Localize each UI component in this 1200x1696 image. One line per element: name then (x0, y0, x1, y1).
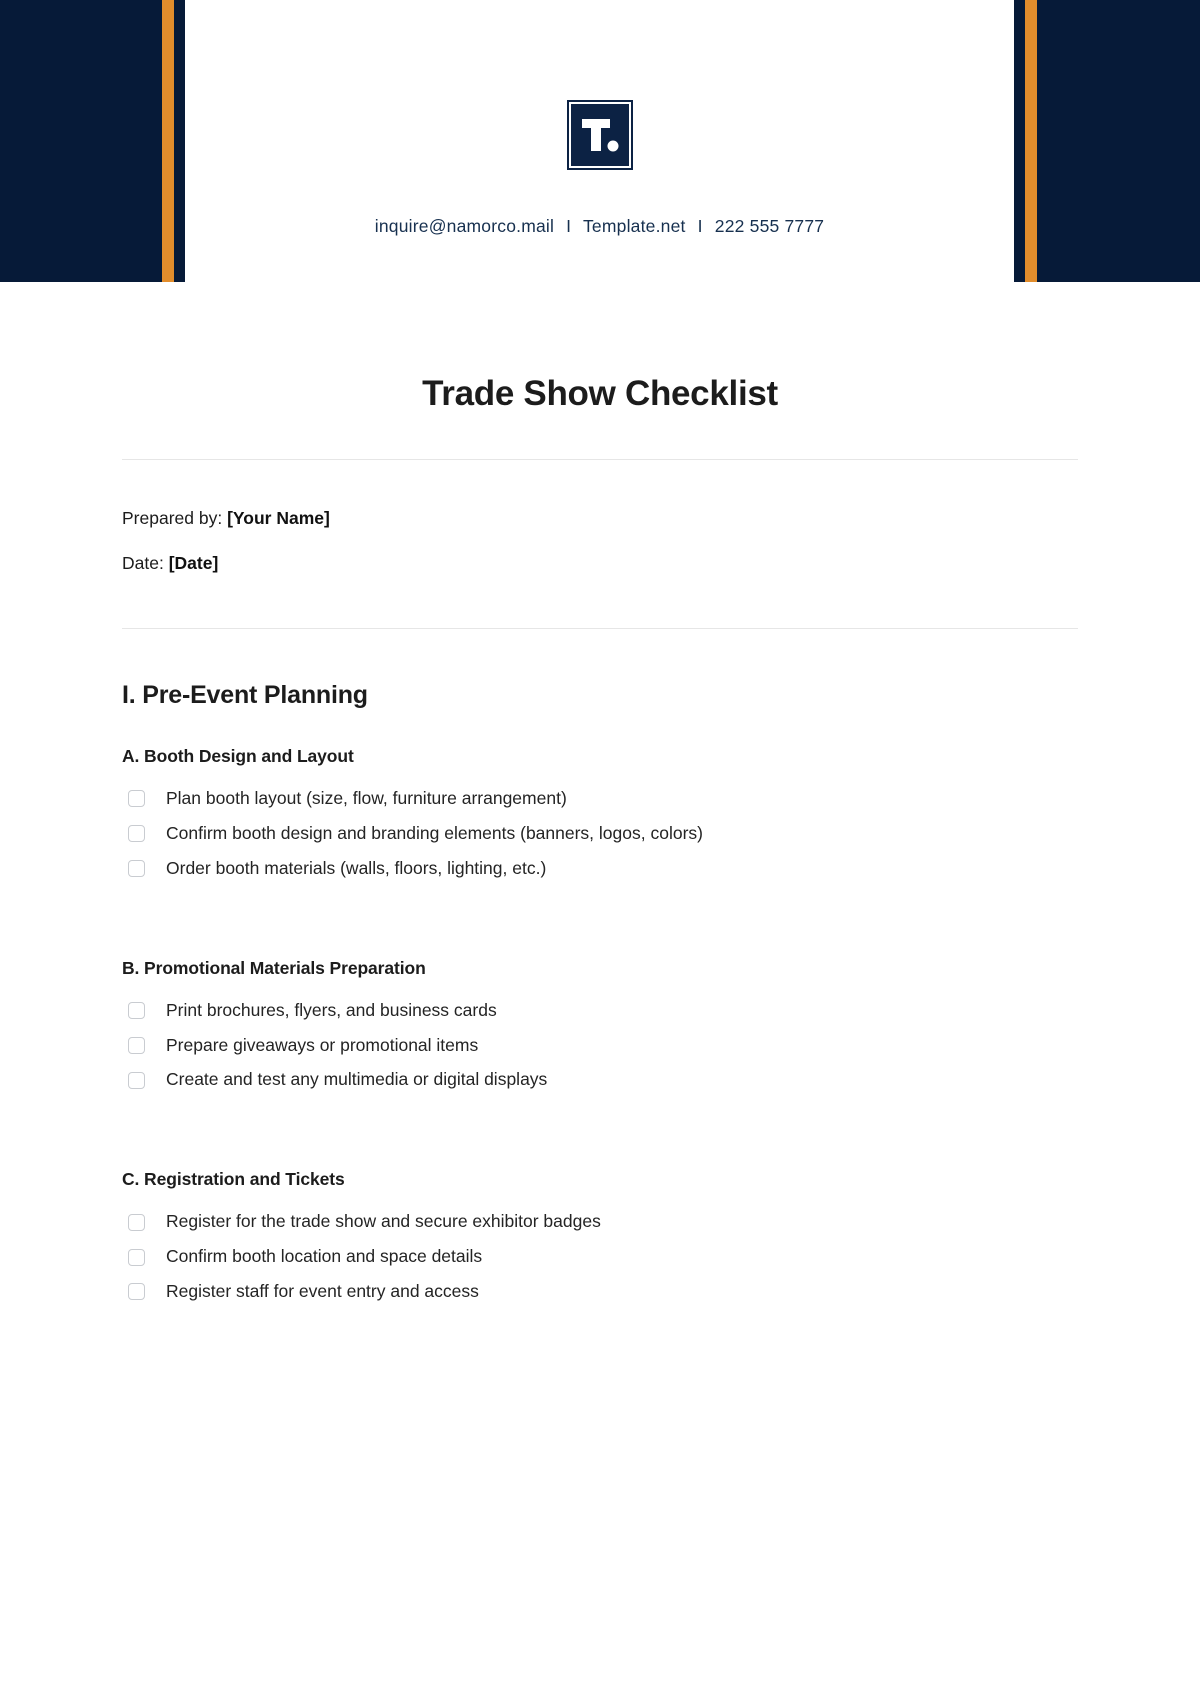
list-item-label: Register staff for event entry and acces… (166, 1281, 479, 1301)
checkbox-icon[interactable] (128, 1248, 145, 1266)
header-navy-block-left (0, 0, 162, 282)
meta-value-date[interactable]: [Date] (169, 553, 219, 573)
list-item-label: Register for the trade show and secure e… (166, 1211, 601, 1232)
meta-value-prepared-by[interactable]: [Your Name] (227, 508, 330, 528)
header-navy-sliver-right (1014, 0, 1025, 282)
document-meta: Prepared by: [Your Name] Date: [Date] (122, 460, 1078, 574)
brand-logo[interactable] (566, 100, 633, 170)
header-contact-line: inquire@namorco.mail I Template.net I 22… (375, 216, 824, 237)
subsection-registration-and-tickets: C. Registration and Tickets Register for… (122, 1091, 1078, 1303)
list-item-label: Order booth materials (walls, floors, li… (166, 857, 547, 878)
meta-label-date: Date: (122, 553, 164, 573)
checkbox-icon[interactable] (128, 1036, 145, 1054)
subsection-title-a: A. Booth Design and Layout (122, 746, 354, 766)
header-navy-block-right (1037, 0, 1200, 282)
list-item-label: Prepare giveaways or promotional items (166, 1034, 479, 1055)
list-item[interactable]: Prepare giveaways or promotional items (122, 1035, 1078, 1057)
meta-row-date: Date: [Date] (122, 553, 1078, 574)
contact-separator-1: I (566, 216, 572, 236)
list-item[interactable]: Print brochures, flyers, and business ca… (122, 1000, 1078, 1022)
checkbox-icon[interactable] (128, 1071, 145, 1089)
checklist-b: Print brochures, flyers, and business ca… (122, 1000, 1078, 1092)
checkbox-icon[interactable] (128, 790, 145, 808)
list-item[interactable]: Register for the trade show and secure e… (122, 1211, 1078, 1233)
checkbox-icon[interactable] (128, 1283, 145, 1301)
meta-row-prepared-by: Prepared by: [Your Name] (122, 508, 1078, 529)
list-item-label: Create and test any multimedia or digita… (166, 1069, 548, 1090)
list-item[interactable]: Create and test any multimedia or digita… (122, 1069, 1078, 1091)
checklist-c: Register for the trade show and secure e… (122, 1211, 1078, 1303)
page-title: Trade Show Checklist (422, 374, 778, 413)
subsection-promotional-materials-preparation: B. Promotional Materials Preparation Pri… (122, 880, 1078, 1092)
subsection-booth-design-and-layout: A. Booth Design and Layout Plan booth la… (122, 710, 1078, 880)
header-orange-stripe-left (162, 0, 174, 282)
document-body: Trade Show Checklist Prepared by: [Your … (0, 282, 1200, 1303)
list-item-label: Plan booth layout (size, flow, furniture… (166, 788, 567, 808)
contact-email[interactable]: inquire@namorco.mail (375, 216, 554, 236)
list-item[interactable]: Confirm booth location and space details (122, 1246, 1078, 1268)
list-item-label: Confirm booth design and branding elemen… (166, 822, 703, 843)
header-orange-stripe-right (1025, 0, 1037, 282)
list-item[interactable]: Register staff for event entry and acces… (122, 1281, 1078, 1303)
list-item[interactable]: Plan booth layout (size, flow, furniture… (122, 788, 1078, 810)
list-item-label: Confirm booth location and space details (166, 1246, 483, 1267)
contact-website[interactable]: Template.net (583, 216, 686, 236)
list-item[interactable]: Confirm booth design and branding elemen… (122, 823, 1078, 845)
checkbox-icon[interactable] (128, 1213, 145, 1231)
checkbox-icon[interactable] (128, 860, 145, 878)
section-title-pre-event-planning: I. Pre-Event Planning (122, 681, 368, 709)
header-navy-sliver-left (174, 0, 185, 282)
letter-t-period-logo-icon (581, 119, 618, 152)
subsection-title-c: C. Registration and Tickets (122, 1169, 345, 1190)
list-item-label: Print brochures, flyers, and business ca… (166, 999, 497, 1020)
page-header: inquire@namorco.mail I Template.net I 22… (0, 0, 1200, 282)
subsection-title-b: B. Promotional Materials Preparation (122, 957, 426, 978)
contact-phone[interactable]: 222 555 7777 (715, 216, 824, 236)
meta-label-prepared-by: Prepared by: (122, 508, 223, 528)
checkbox-icon[interactable] (128, 825, 145, 843)
contact-separator-2: I (697, 216, 703, 236)
header-center-panel: inquire@namorco.mail I Template.net I 22… (185, 0, 1014, 282)
checkbox-icon[interactable] (128, 1002, 145, 1020)
checklist-a: Plan booth layout (size, flow, furniture… (122, 788, 1078, 880)
list-item[interactable]: Order booth materials (walls, floors, li… (122, 858, 1078, 880)
